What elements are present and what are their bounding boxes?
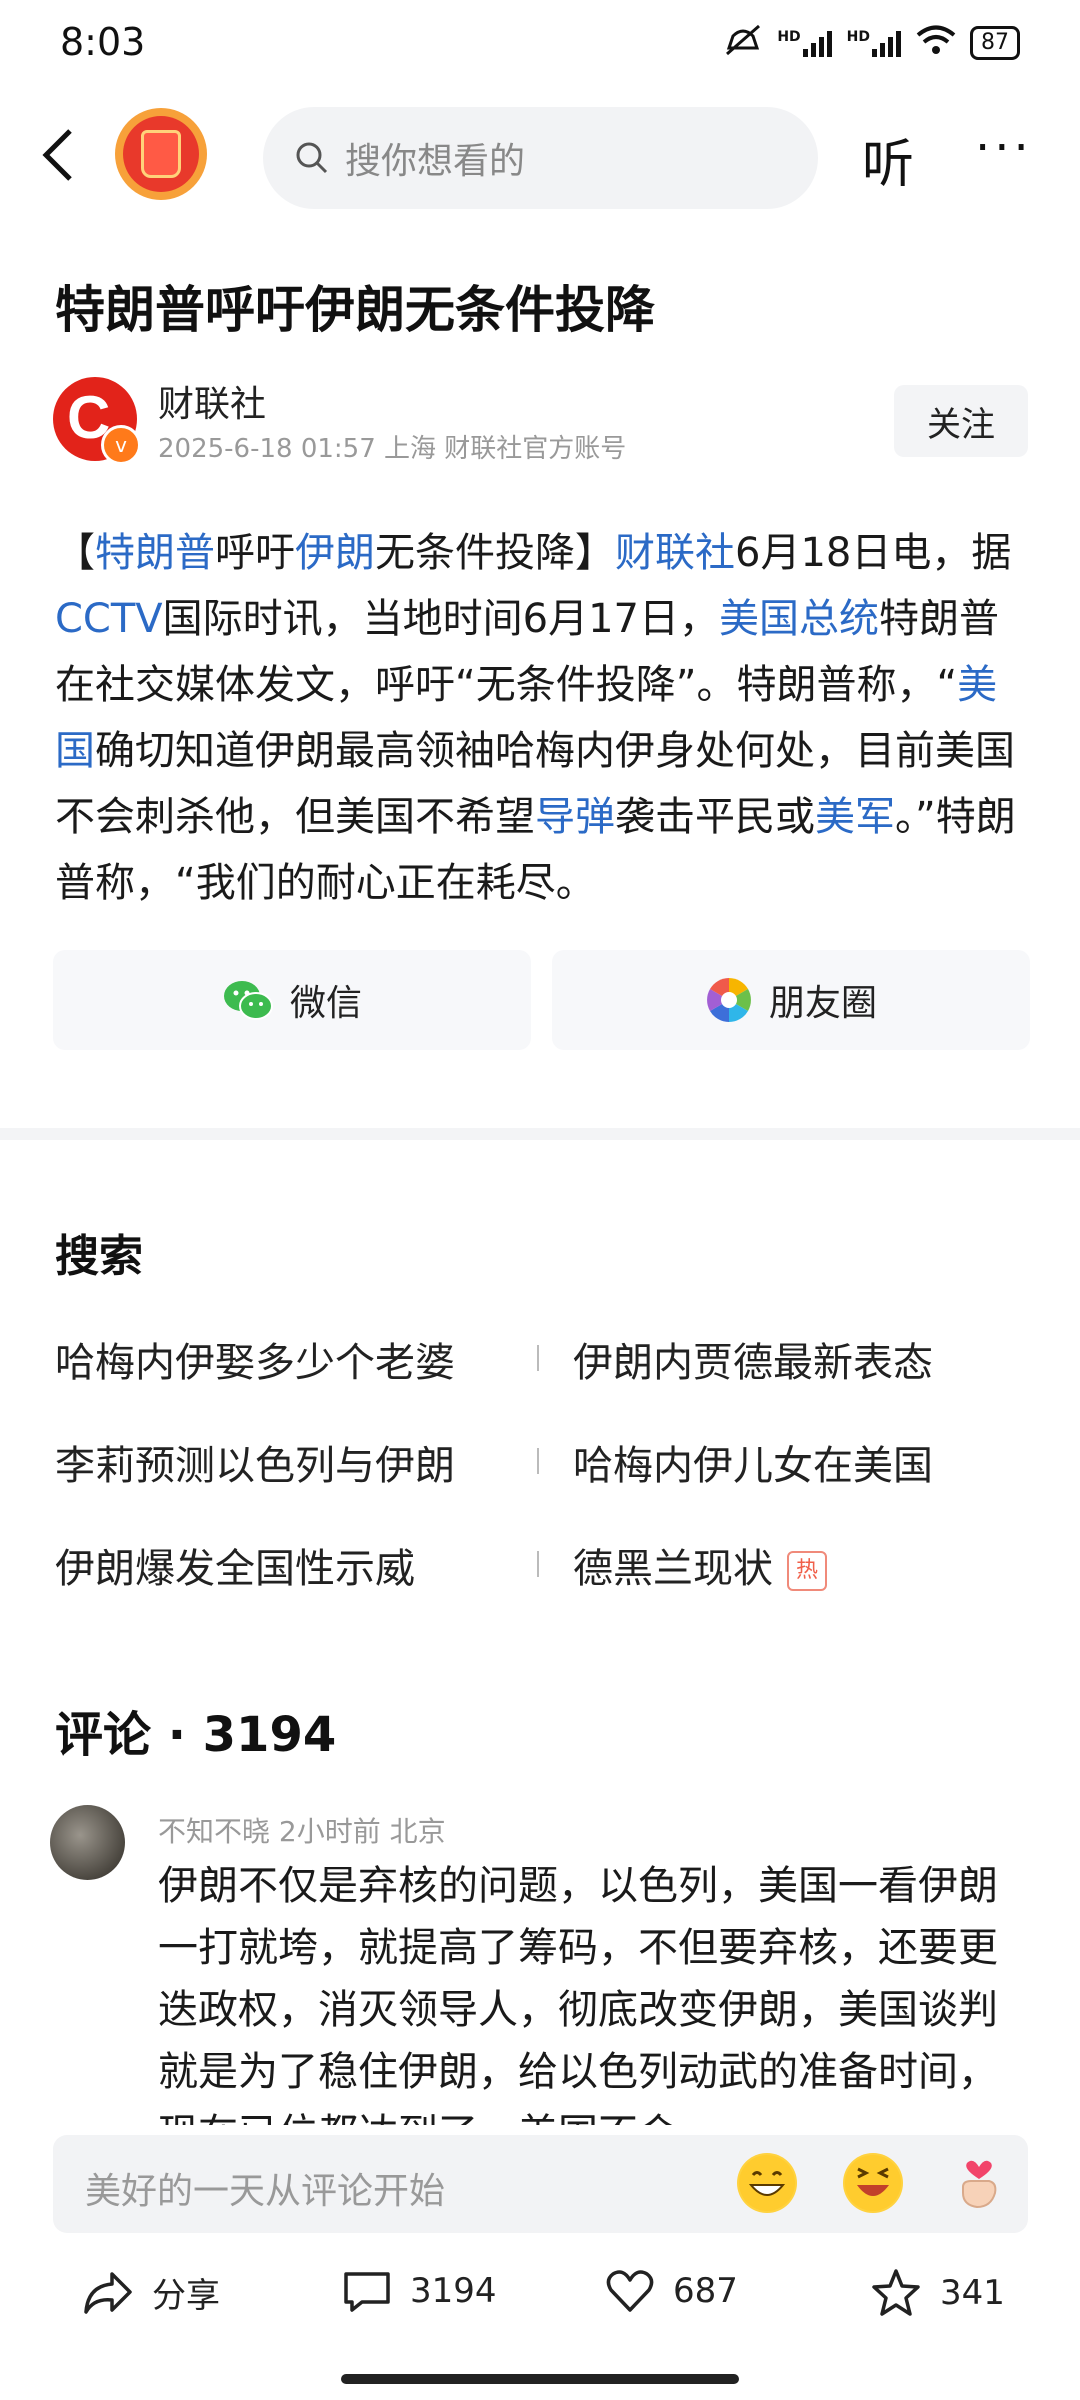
- star-icon: [872, 2269, 920, 2316]
- status-icons: HD HD 87: [723, 22, 1020, 64]
- article-link[interactable]: 美军: [815, 794, 895, 840]
- favorites-count: 341: [940, 2273, 1005, 2313]
- share-arrow-icon: [84, 2271, 132, 2314]
- search-suggestion-hot[interactable]: 德黑兰现状热: [573, 1536, 827, 1594]
- comment-meta: 不知不晓 2小时前 北京: [158, 1815, 446, 1848]
- status-bar: 8:03 HD HD 87: [0, 0, 1080, 90]
- comments-button[interactable]: 3194: [342, 2268, 497, 2314]
- divider: [537, 1551, 539, 1577]
- listen-button[interactable]: 听: [862, 122, 914, 197]
- article-link[interactable]: 美国总统: [719, 596, 879, 642]
- home-indicator[interactable]: [341, 2374, 739, 2384]
- share-wechat-label: 微信: [289, 983, 362, 1024]
- more-button[interactable]: ···: [975, 120, 1033, 176]
- likes-count: 687: [673, 2271, 738, 2311]
- search-suggestion[interactable]: 伊朗爆发全国性示威: [55, 1536, 415, 1594]
- follow-button[interactable]: 关注: [894, 385, 1028, 457]
- search-placeholder: 搜你想看的: [345, 141, 526, 182]
- share-wechat-button[interactable]: 微信: [53, 950, 531, 1050]
- heart-icon: [606, 2270, 654, 2312]
- comments-count: 3194: [410, 2271, 497, 2311]
- article-link[interactable]: 特朗普: [95, 530, 215, 576]
- battery-indicator: 87: [970, 26, 1020, 60]
- article-text: 呼吁: [215, 530, 295, 576]
- article-text: 国际时讯，当地时间6月17日，: [162, 596, 720, 642]
- article-text: 【: [55, 530, 95, 576]
- divider: [537, 1345, 539, 1371]
- favorite-button[interactable]: 341: [870, 2268, 1005, 2318]
- mute-icon: [723, 22, 763, 64]
- share-button[interactable]: 分享: [82, 2268, 220, 2317]
- comments-title: 评论 · 3194: [55, 1707, 337, 1763]
- article-link[interactable]: CCTV: [55, 596, 163, 642]
- chevron-left-icon: [42, 129, 72, 181]
- share-moments-button[interactable]: 朋友圈: [552, 950, 1030, 1050]
- comment-text: 伊朗不仅是弃核的问题，以色列，美国一看伊朗一打就垮，就提高了筹码，不但要弃核，还…: [158, 1863, 998, 2125]
- article-link[interactable]: 伊朗: [295, 530, 375, 576]
- article-text: 6月18日电，据: [735, 530, 1012, 576]
- wechat-icon: [223, 981, 273, 1020]
- share-label: 分享: [152, 2276, 220, 2316]
- source-avatar[interactable]: C v: [53, 377, 141, 465]
- search-suggestion[interactable]: 哈梅内伊娶多少个老婆: [55, 1330, 455, 1388]
- search-suggestion[interactable]: 李莉预测以色列与伊朗: [55, 1433, 455, 1491]
- wifi-icon: [916, 24, 956, 62]
- status-time: 8:03: [60, 20, 146, 64]
- grin-emoji-icon[interactable]: [737, 2153, 797, 2213]
- verified-icon: v: [101, 425, 141, 465]
- article-link[interactable]: 财联社: [615, 530, 735, 576]
- comment-input-placeholder: 美好的一天从评论开始: [85, 2171, 446, 2212]
- cup-icon: [141, 130, 181, 178]
- source-meta: 2025-6-18 01:57 上海 财联社官方账号: [158, 434, 627, 464]
- laugh-emoji-icon[interactable]: [843, 2153, 903, 2213]
- search-suggestion[interactable]: 伊朗内贾德最新表态: [573, 1330, 933, 1388]
- divider: [537, 1448, 539, 1474]
- hot-badge: 热: [787, 1551, 827, 1591]
- comment-input[interactable]: 美好的一天从评论开始: [53, 2135, 1028, 2233]
- signal-icon: HD: [777, 29, 832, 57]
- search-section-title: 搜索: [55, 1231, 143, 1282]
- signal-icon-2: HD: [847, 29, 902, 57]
- source-name[interactable]: 财联社: [158, 375, 266, 427]
- article-body: 【特朗普呼吁伊朗无条件投降】财联社6月18日电，据 CCTV国际时讯，当地时间6月…: [55, 520, 1030, 916]
- search-icon: [296, 142, 328, 174]
- article-text: 袭击平民或: [615, 794, 815, 840]
- article-title: 特朗普呼吁伊朗无条件投降: [55, 281, 655, 339]
- search-bar[interactable]: 搜你想看的: [263, 107, 818, 209]
- section-divider: [0, 1128, 1080, 1140]
- back-button[interactable]: [38, 125, 98, 185]
- like-button[interactable]: 687: [605, 2268, 738, 2314]
- article-text: 无条件投降】: [375, 530, 615, 576]
- moments-icon: [707, 978, 751, 1022]
- heart-hand-emoji-icon[interactable]: [949, 2153, 1009, 2213]
- share-moments-label: 朋友圈: [768, 983, 877, 1024]
- commenter-avatar[interactable]: [50, 1805, 125, 1880]
- channel-avatar[interactable]: [115, 108, 207, 200]
- search-suggestion[interactable]: 哈梅内伊儿女在美国: [573, 1433, 933, 1491]
- search-suggestion-label: 德黑兰现状: [573, 1546, 773, 1592]
- comment-icon: [344, 2272, 390, 2312]
- article-link[interactable]: 导弹: [535, 794, 615, 840]
